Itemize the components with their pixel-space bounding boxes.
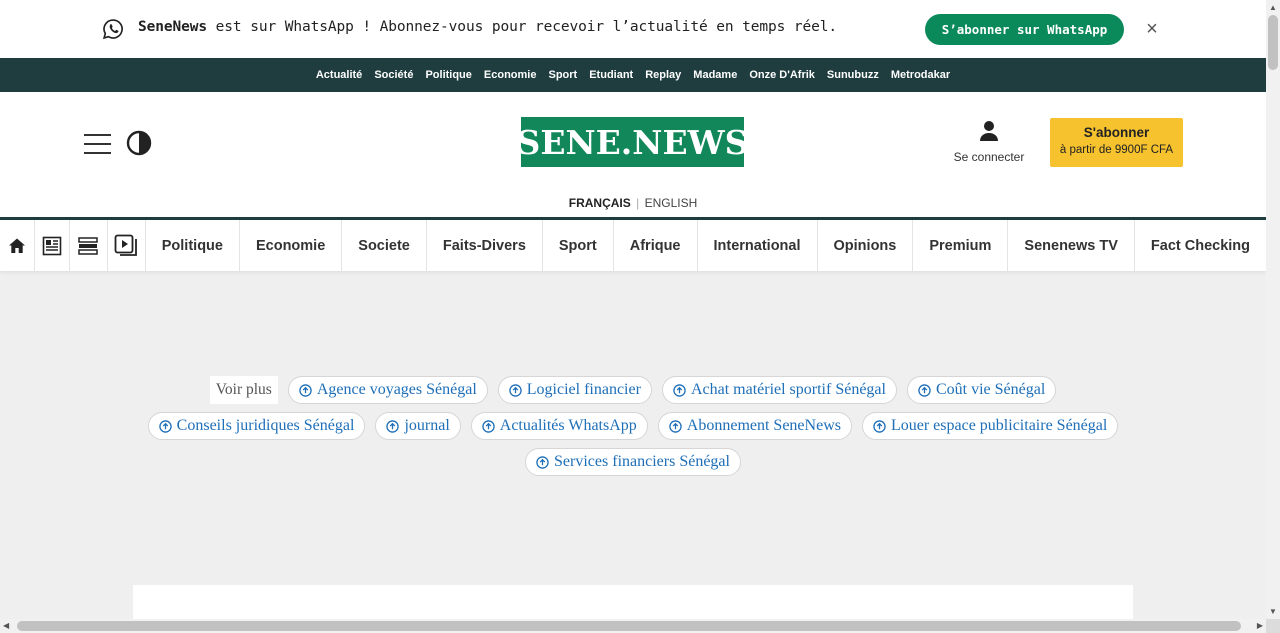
lang-english[interactable]: ENGLISH — [645, 196, 698, 210]
section-nav-premium[interactable]: Premium — [913, 220, 1009, 271]
subscribe-button[interactable]: S'abonner à partir de 9900F CFA — [1050, 118, 1183, 167]
site-logo[interactable]: SENE.NEWS — [517, 117, 749, 167]
whatsapp-message: SeneNews est sur WhatsApp ! Abonnez-vous… — [138, 19, 837, 35]
top-nav-item-replay[interactable]: Replay — [645, 69, 681, 81]
subscribe-price: à partir de 9900F CFA — [1059, 144, 1174, 156]
top-nav-item-politique[interactable]: Politique — [425, 69, 471, 81]
tag-label: Actualités WhatsApp — [499, 417, 637, 434]
section-nav: Politique Economie Societe Faits-Divers … — [0, 217, 1266, 271]
tag-link[interactable]: Services financiers Sénégal — [525, 448, 741, 476]
tag-label: Logiciel financier — [526, 381, 641, 398]
tag-label: journal — [404, 417, 450, 434]
arrow-up-circle-icon — [536, 455, 549, 469]
tag-label: Conseils juridiques Sénégal — [176, 417, 355, 434]
whatsapp-subscribe-button[interactable]: S’abonner sur WhatsApp — [925, 14, 1124, 45]
tag-label: Coût vie Sénégal — [935, 381, 1046, 398]
arrow-up-circle-icon — [918, 383, 931, 397]
tag-label: Achat matériel sportif Sénégal — [690, 381, 886, 398]
section-nav-societe[interactable]: Societe — [342, 220, 427, 271]
section-nav-international[interactable]: International — [698, 220, 818, 271]
whatsapp-banner: SeneNews est sur WhatsApp ! Abonnez-vous… — [0, 0, 1266, 58]
top-nav-item-actualite[interactable]: Actualité — [316, 69, 362, 81]
top-nav-item-sunubuzz[interactable]: Sunubuzz — [827, 69, 879, 81]
tag-link[interactable]: Conseils juridiques Sénégal — [147, 412, 366, 440]
top-nav-item-onze-dafrik[interactable]: Onze D'Afrik — [749, 69, 815, 81]
user-icon — [980, 121, 998, 141]
horizontal-scrollbar[interactable]: ◀ ▶ — [0, 619, 1266, 633]
newspaper-icon[interactable] — [35, 220, 70, 271]
subscribe-title: S'abonner — [1083, 125, 1150, 140]
tag-link[interactable]: Actualités WhatsApp — [470, 412, 648, 440]
hamburger-icon[interactable] — [84, 134, 111, 154]
scroll-left-icon[interactable]: ◀ — [3, 621, 9, 630]
related-tags: Voir plus Agence voyages Sénégal Logicie… — [140, 376, 1126, 476]
home-icon[interactable] — [0, 220, 35, 271]
tag-link[interactable]: Logiciel financier — [497, 376, 652, 404]
arrow-up-circle-icon — [509, 383, 522, 397]
vertical-scrollbar[interactable]: ▲ ▼ — [1266, 0, 1280, 619]
top-nav-item-societe[interactable]: Société — [374, 69, 413, 81]
section-nav-faits-divers[interactable]: Faits-Divers — [427, 220, 543, 271]
top-nav-item-madame[interactable]: Madame — [693, 69, 737, 81]
whatsapp-icon — [102, 19, 123, 40]
tag-label: Abonnement SeneNews — [686, 417, 841, 434]
section-nav-sport[interactable]: Sport — [543, 220, 614, 271]
login-button[interactable]: Se connecter — [948, 120, 1030, 166]
top-nav-item-etudiant[interactable]: Etudiant — [589, 69, 633, 81]
arrow-up-circle-icon — [673, 383, 686, 397]
tag-link[interactable]: Agence voyages Sénégal — [287, 376, 488, 404]
arrow-up-circle-icon — [873, 419, 886, 433]
whatsapp-brand: SeneNews — [138, 19, 208, 35]
scrollbar-corner — [1266, 619, 1280, 633]
top-nav: Actualité Société Politique Economie Spo… — [0, 58, 1266, 92]
tag-link[interactable]: Coût vie Sénégal — [906, 376, 1057, 404]
section-nav-afrique[interactable]: Afrique — [614, 220, 698, 271]
scroll-up-icon[interactable]: ▲ — [1269, 3, 1277, 12]
video-icon[interactable] — [108, 220, 146, 271]
whatsapp-message-text: est sur WhatsApp ! Abonnez-vous pour rec… — [207, 19, 838, 35]
tag-link[interactable]: Louer espace publicitaire Sénégal — [861, 412, 1119, 440]
top-nav-item-economie[interactable]: Economie — [484, 69, 537, 81]
close-icon[interactable]: × — [1143, 19, 1161, 39]
tag-label: Louer espace publicitaire Sénégal — [890, 417, 1108, 434]
lang-separator: | — [636, 196, 640, 210]
arrow-up-circle-icon — [158, 419, 172, 433]
arrow-up-circle-icon — [669, 419, 682, 433]
tag-label: Services financiers Sénégal — [554, 453, 730, 470]
vertical-scroll-thumb[interactable] — [1268, 15, 1278, 70]
site-header: SENE.NEWS Se connecter S'abonner à parti… — [0, 92, 1266, 217]
horizontal-scroll-thumb[interactable] — [17, 621, 1241, 631]
tag-link[interactable]: Abonnement SeneNews — [657, 412, 852, 440]
arrow-up-circle-icon — [386, 419, 400, 433]
section-nav-opinions[interactable]: Opinions — [818, 220, 914, 271]
tag-link[interactable]: journal — [375, 412, 461, 440]
top-nav-item-metrodakar[interactable]: Metrodakar — [891, 69, 950, 81]
arrow-up-circle-icon — [299, 383, 312, 397]
voir-plus-label: Voir plus — [209, 376, 278, 404]
login-label: Se connecter — [953, 150, 1025, 164]
section-nav-economie[interactable]: Economie — [240, 220, 343, 271]
scroll-down-icon[interactable]: ▼ — [1269, 607, 1277, 616]
scroll-right-icon[interactable]: ▶ — [1257, 621, 1263, 630]
tag-link[interactable]: Achat matériel sportif Sénégal — [661, 376, 897, 404]
lang-francais[interactable]: FRANÇAIS — [569, 196, 631, 210]
top-nav-item-sport[interactable]: Sport — [548, 69, 577, 81]
section-nav-politique[interactable]: Politique — [146, 220, 240, 271]
list-icon[interactable] — [70, 220, 108, 271]
tag-label: Agence voyages Sénégal — [316, 381, 477, 398]
contrast-icon[interactable] — [126, 130, 152, 156]
section-nav-fact-checking[interactable]: Fact Checking — [1135, 220, 1266, 271]
arrow-up-circle-icon — [482, 419, 495, 433]
section-nav-senenews-tv[interactable]: Senenews TV — [1008, 220, 1135, 271]
language-switcher: FRANÇAIS | ENGLISH — [0, 196, 1266, 210]
